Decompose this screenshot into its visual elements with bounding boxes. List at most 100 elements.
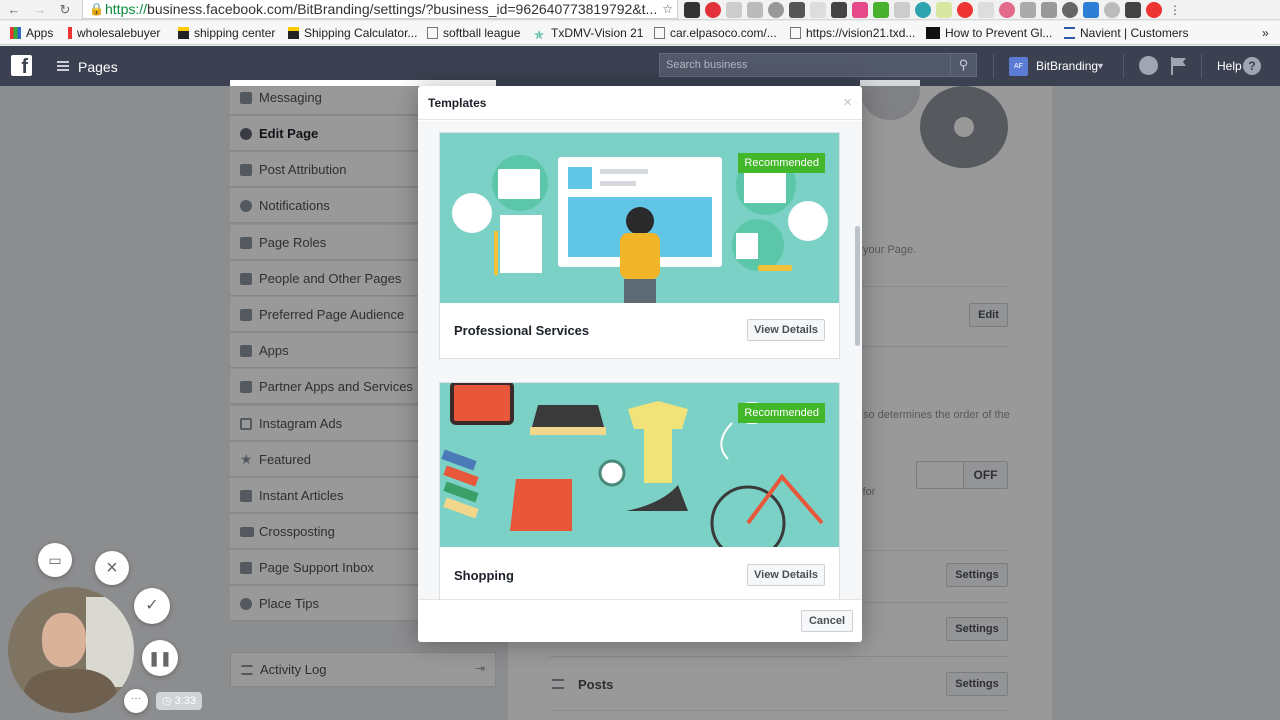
extension-icon[interactable] [789, 2, 805, 18]
star-icon: ✯ [534, 28, 545, 42]
dialog-footer: Cancel [418, 599, 862, 642]
bookmark-item[interactable]: How to Prevent Gl... [926, 25, 1052, 41]
extension-icon[interactable] [726, 2, 742, 18]
search-input[interactable] [660, 54, 950, 76]
bookmark-item[interactable]: shipping center [178, 25, 275, 41]
recording-timer: ◷ 3:33 [156, 692, 202, 710]
extension-icon[interactable] [768, 2, 784, 18]
bookmarks-bar: Apps wholesalebuyer shipping center Ship… [0, 21, 1280, 45]
extension-icon[interactable] [936, 2, 952, 18]
facebook-top-bar: f Pages ⚲ AF BitBranding ▼ Help ? [0, 46, 1280, 86]
bookmark-label: TxDMV-Vision 21 [551, 26, 644, 40]
close-icon[interactable]: × [95, 551, 129, 585]
extension-icon[interactable] [999, 2, 1015, 18]
extensions: ⋮ [684, 2, 1183, 18]
extension-icon[interactable] [852, 2, 868, 18]
extension-icon[interactable] [747, 2, 763, 18]
page-icon [427, 27, 438, 39]
bookmark-item[interactable]: softball league [427, 25, 520, 41]
bookmark-label: wholesalebuyer [77, 26, 161, 40]
bookmark-label: Apps [26, 26, 54, 40]
extension-icon[interactable] [1041, 2, 1057, 18]
timer-text: 3:33 [174, 695, 197, 707]
pages-label[interactable]: Pages [78, 59, 118, 75]
extension-icon[interactable] [1146, 2, 1162, 18]
extension-icon[interactable] [810, 2, 826, 18]
extension-icon[interactable] [1083, 2, 1099, 18]
search-icon[interactable]: ⚲ [950, 54, 976, 76]
extension-icon[interactable] [1020, 2, 1036, 18]
forward-icon[interactable]: → [32, 1, 48, 19]
url-scheme: https:// [105, 1, 148, 17]
more-icon[interactable]: ··· [124, 689, 148, 713]
apps-grid-icon [10, 27, 21, 39]
bookmark-star-icon[interactable]: ☆ [662, 0, 673, 18]
bookmark-item[interactable]: car.elpasoco.com/... [654, 25, 777, 41]
bookmark-icon [68, 27, 72, 39]
close-icon[interactable]: × [843, 94, 852, 111]
navient-icon [1064, 27, 1075, 39]
reload-icon[interactable]: ↻ [57, 1, 73, 19]
facebook-logo-icon[interactable]: f [11, 55, 32, 78]
bookmark-icon [178, 27, 189, 39]
pause-icon[interactable]: ❚❚ [142, 640, 178, 676]
bookmark-label: Shipping Calculator... [304, 26, 418, 40]
account-name[interactable]: BitBranding [1036, 59, 1098, 73]
template-card[interactable]: Recommended Shopping View Details [439, 382, 840, 599]
extension-icon[interactable] [1104, 2, 1120, 18]
extension-icon[interactable] [957, 2, 973, 18]
bookmark-item[interactable]: wholesalebuyer [68, 25, 160, 41]
bookmark-apps[interactable]: Apps [10, 25, 53, 41]
rw-icon [926, 27, 940, 39]
extension-icon[interactable] [915, 2, 931, 18]
browser-menu-icon[interactable]: ⋮ [1167, 2, 1183, 18]
recommended-badge: Recommended [738, 153, 825, 173]
bookmark-item[interactable]: https://vision21.txd... [790, 25, 915, 41]
bookmark-label: Navient | Customers [1080, 26, 1189, 40]
bookmark-icon [288, 27, 299, 39]
chevron-down-icon[interactable]: ▼ [1096, 61, 1105, 71]
cancel-button[interactable]: Cancel [801, 610, 853, 632]
extension-icon[interactable] [831, 2, 847, 18]
extension-icon[interactable] [873, 2, 889, 18]
lock-icon: 🔒 [89, 2, 104, 16]
view-details-button[interactable]: View Details [747, 319, 825, 341]
bookmark-label: How to Prevent Gl... [945, 26, 1053, 40]
extension-icon[interactable] [705, 2, 721, 18]
bookmark-label: https://vision21.txd... [806, 26, 916, 40]
extension-icon[interactable] [894, 2, 910, 18]
recommended-badge: Recommended [738, 403, 825, 423]
page-icon [654, 27, 665, 39]
account-avatar[interactable]: AF [1009, 57, 1028, 76]
extension-icon[interactable] [1125, 2, 1141, 18]
address-bar[interactable]: 🔒 https://business.facebook.com/BitBrand… [82, 0, 678, 19]
help-link[interactable]: Help [1217, 59, 1242, 73]
check-icon[interactable]: ✓ [134, 588, 170, 624]
bookmark-item[interactable]: Shipping Calculator... [288, 25, 417, 41]
extension-icon[interactable] [978, 2, 994, 18]
professional-services-illustration: Recommended [440, 133, 839, 303]
webcam-preview[interactable] [8, 587, 134, 713]
template-card[interactable]: Recommended Professional Services View D… [439, 132, 840, 359]
divider [1201, 54, 1202, 78]
template-name: Professional Services [454, 323, 590, 338]
help-icon[interactable]: ? [1243, 57, 1261, 75]
templates-dialog: Templates × Recommended Professional Ser… [418, 86, 862, 642]
clock-icon: ◷ [161, 695, 175, 707]
extension-icon[interactable] [1062, 2, 1078, 18]
extension-icon[interactable] [684, 2, 700, 18]
template-list: Recommended Professional Services View D… [418, 121, 862, 599]
divider [993, 54, 994, 78]
back-icon[interactable]: ← [6, 1, 22, 19]
bookmark-item[interactable]: Navient | Customers [1064, 25, 1189, 41]
webcam-face [42, 613, 86, 667]
menu-icon[interactable] [57, 61, 69, 71]
view-details-button[interactable]: View Details [747, 564, 825, 586]
camera-icon[interactable]: ▭ [38, 543, 72, 577]
bookmark-label: shipping center [194, 26, 276, 40]
bookmark-item[interactable]: ✯ TxDMV-Vision 21 [534, 25, 643, 41]
dialog-scrollbar[interactable] [855, 226, 860, 346]
bookmarks-more[interactable]: » [1262, 25, 1269, 41]
globe-icon[interactable] [1139, 56, 1158, 75]
flag-icon[interactable] [1170, 56, 1188, 76]
